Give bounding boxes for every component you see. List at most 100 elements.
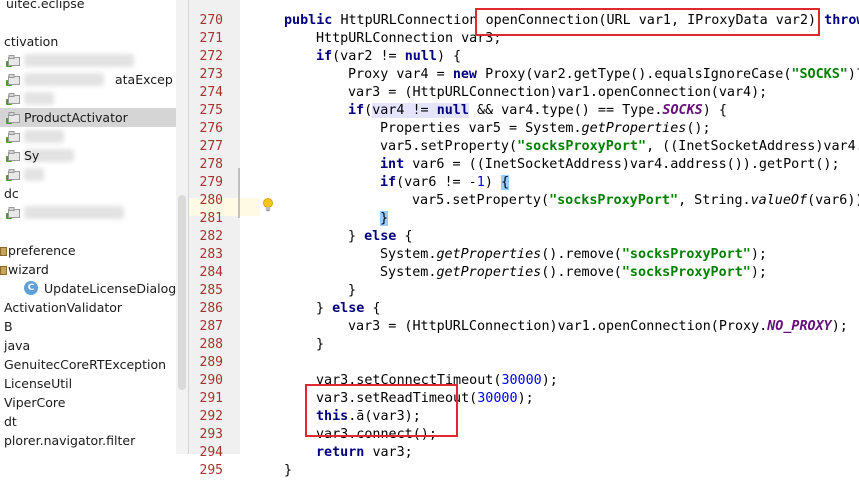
- tree-item[interactable]: [0, 165, 176, 184]
- package-icon: [8, 150, 20, 161]
- tree-item[interactable]: LicenseUtil: [0, 374, 176, 393]
- package-icon: [8, 112, 20, 123]
- tree-item[interactable]: C UpdateLicenseDialog: [0, 279, 176, 298]
- code-token: SOCKS: [662, 103, 703, 118]
- tree-item-label: ActivationValidator: [4, 300, 123, 315]
- code-line[interactable]: }: [348, 282, 356, 300]
- line-number: 271: [199, 31, 223, 46]
- tree-item[interactable]: [0, 13, 176, 32]
- redacted-label: [24, 73, 104, 86]
- code-line[interactable]: HttpURLConnection var3;: [316, 30, 501, 48]
- fold-strip: [240, 0, 260, 454]
- tree-item[interactable]: dc: [0, 184, 176, 203]
- code-line[interactable]: if(var6 != -1) {: [380, 174, 509, 192]
- code-token: ): [484, 175, 501, 190]
- tree-item[interactable]: [0, 203, 176, 222]
- code-token: }: [380, 211, 389, 226]
- scrollbar-thumb[interactable]: [178, 195, 186, 390]
- tree-item[interactable]: ProductActivator: [0, 108, 176, 127]
- tree-item[interactable]: GenuitecCoreRTException: [0, 355, 176, 374]
- class-icon: C: [24, 281, 38, 295]
- tree-item[interactable]: B: [0, 317, 176, 336]
- line-number: 295: [199, 463, 223, 478]
- tree-item[interactable]: ataExcep: [0, 70, 176, 89]
- code-token: , String.: [678, 193, 751, 208]
- tree-item-label: uitec.eclipse: [6, 0, 85, 11]
- tree-item[interactable]: [0, 450, 176, 454]
- code-line[interactable]: var3 = (HttpURLConnection)var1.openConne…: [348, 84, 767, 102]
- code-token: (: [364, 103, 373, 118]
- code-token: System.: [380, 247, 437, 262]
- lightbulb-icon[interactable]: [262, 198, 274, 212]
- line-number: 290: [199, 373, 223, 388]
- tree-item[interactable]: ActivationValidator: [0, 298, 176, 317]
- code-line[interactable]: var5.setProperty("socksProxyPort", ((Ine…: [380, 138, 859, 156]
- line-number: 285: [199, 283, 223, 298]
- code-token: );: [517, 391, 534, 406]
- code-token: System.: [380, 265, 437, 280]
- code-line[interactable]: if(var2 != null) {: [316, 48, 461, 66]
- code-token: return: [316, 445, 373, 460]
- redacted-label: [24, 92, 54, 105]
- tree-item-label: plorer.navigator.filter: [4, 433, 136, 448]
- line-number: 280: [199, 193, 223, 208]
- code-line[interactable]: } else {: [348, 228, 413, 246]
- code-line[interactable]: }: [316, 336, 324, 354]
- code-token: 1: [476, 175, 485, 190]
- code-token: int: [380, 157, 413, 172]
- line-number: 272: [199, 49, 223, 64]
- code-line[interactable]: Proxy var4 = new Proxy(var2.getType().eq…: [348, 66, 859, 84]
- package-icon: [8, 93, 20, 104]
- code-line[interactable]: } else {: [316, 300, 381, 318]
- code-token: if: [348, 103, 365, 118]
- line-number: 286: [199, 301, 223, 316]
- code-line[interactable]: Properties var5 = System.getProperties()…: [380, 120, 711, 138]
- code-line[interactable]: var3 = (HttpURLConnection)var1.openConne…: [348, 318, 848, 336]
- tree-item[interactable]: ctivation: [0, 32, 176, 51]
- code-line[interactable]: return var3;: [316, 444, 413, 462]
- code-token: HttpURLConnection var3;: [316, 31, 502, 46]
- code-token: public: [284, 13, 341, 28]
- tree-item[interactable]: [0, 127, 176, 146]
- tree-item[interactable]: Sy: [0, 146, 176, 165]
- code-token: "SOCKS": [791, 67, 848, 82]
- code-token: var5.setProperty(: [412, 193, 550, 208]
- tree-item[interactable]: [0, 51, 176, 70]
- code-line[interactable]: int var6 = ((InetSocketAddress)var4.addr…: [380, 156, 840, 174]
- redacted-label: [24, 130, 64, 143]
- tree-item[interactable]: [0, 89, 176, 108]
- tree-item[interactable]: dt: [0, 412, 176, 431]
- code-token: var5.setProperty(: [380, 139, 518, 154]
- project-explorer-scrollbar[interactable]: [176, 0, 188, 454]
- redacted-label: [24, 54, 134, 67]
- code-token: "socksProxyPort": [517, 139, 647, 154]
- code-token: }: [348, 283, 357, 298]
- code-token: ) {: [702, 103, 727, 118]
- tree-item[interactable]: preference: [0, 241, 176, 260]
- code-line[interactable]: System.getProperties().remove("socksProx…: [380, 264, 767, 282]
- tree-item-label: ProductActivator: [24, 110, 128, 125]
- line-number: 289: [199, 355, 223, 370]
- line-number: 283: [199, 247, 223, 262]
- code-token: );: [750, 265, 767, 280]
- code-token: getProperties: [436, 247, 542, 262]
- code-token: }: [348, 229, 365, 244]
- code-token: }: [316, 337, 325, 352]
- code-token: , ((InetSocketAddress)var4.: [646, 139, 859, 154]
- method-signature-highlight-box: [475, 8, 820, 36]
- code-line[interactable]: if(var4 != null && var4.type() == Type.S…: [348, 102, 727, 120]
- line-number: 278: [199, 157, 223, 172]
- redacted-label: [24, 168, 44, 181]
- tree-item[interactable]: wizard: [0, 260, 176, 279]
- code-line[interactable]: }: [284, 462, 292, 480]
- code-line[interactable]: System.getProperties().remove("socksProx…: [380, 246, 767, 264]
- code-token: }: [284, 463, 293, 478]
- tree-item[interactable]: uitec.eclipse: [0, 0, 176, 13]
- code-line[interactable]: }: [380, 210, 389, 228]
- code-token: NO_PROXY: [767, 319, 832, 334]
- tree-item[interactable]: plorer.navigator.filter: [0, 431, 176, 450]
- tree-item[interactable]: java: [0, 336, 176, 355]
- tree-item[interactable]: ViperCore: [0, 393, 176, 412]
- code-line[interactable]: var5.setProperty("socksProxyPort", Strin…: [412, 192, 859, 210]
- tree-item[interactable]: [0, 222, 176, 241]
